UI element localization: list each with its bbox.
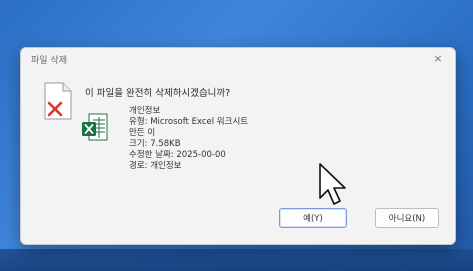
- yes-button[interactable]: 예(Y): [279, 208, 347, 228]
- file-modified: 수정한 날짜: 2025-00-00: [129, 150, 226, 160]
- file-path: 경로: 개인정보: [129, 161, 182, 171]
- file-type: 유형: Microsoft Excel 워크시트: [129, 117, 249, 127]
- taskbar-strip: [0, 249, 473, 271]
- dialog-titlebar: 파일 삭제 ×: [21, 48, 455, 70]
- excel-file-icon: [82, 113, 108, 141]
- file-author: 만든 이: [129, 128, 156, 138]
- delete-file-icon: [44, 82, 72, 120]
- file-size: 크기: 7.58KB: [129, 139, 181, 149]
- file-name: 개인정보: [129, 106, 161, 116]
- delete-file-dialog: 파일 삭제 × 이 파일을 완전히 삭제하시겠습니까? 개인정보 유형: Mic…: [20, 47, 456, 245]
- file-details: 개인정보 유형: Microsoft Excel 워크시트 만든 이 크기: 7…: [129, 106, 248, 172]
- confirm-question: 이 파일을 완전히 삭제하시겠습니까?: [85, 88, 231, 99]
- mouse-pointer-icon: [319, 163, 346, 205]
- no-button[interactable]: 아니요(N): [375, 208, 439, 228]
- close-icon[interactable]: ×: [431, 52, 445, 66]
- dialog-title: 파일 삭제: [31, 56, 67, 66]
